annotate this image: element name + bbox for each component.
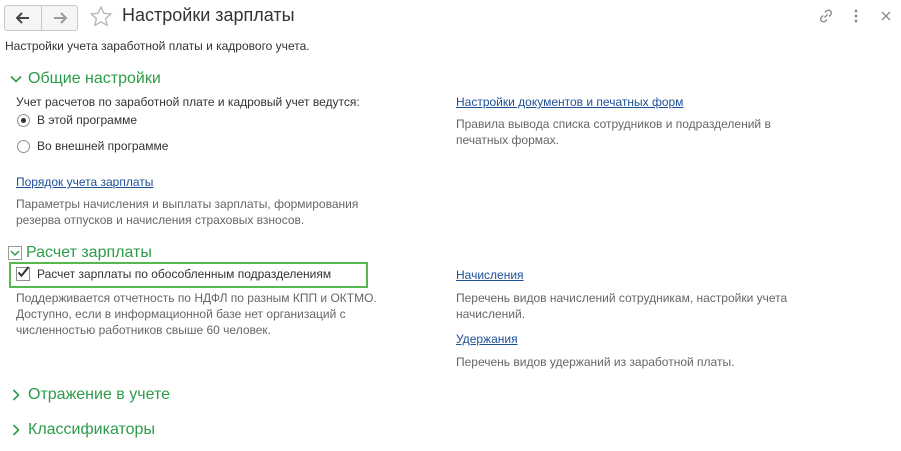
deductions-description: Перечень видов удержаний из заработной п… (456, 354, 734, 370)
link-icon (819, 9, 833, 23)
checkbox-label: Расчет зарплаты по обособленным подразде… (37, 267, 332, 281)
favorite-star-button[interactable] (89, 5, 113, 29)
description-line: численностью работников свыше 60 человек… (16, 323, 272, 337)
description-line: начислений. (456, 307, 526, 321)
close-button[interactable] (876, 6, 896, 26)
radio-label: Во внешней программе (37, 139, 169, 153)
chevron-down-icon (10, 75, 22, 83)
section-label: Классификаторы (28, 421, 155, 438)
section-payroll-header[interactable]: Расчет зарплаты (26, 244, 152, 262)
more-actions-button[interactable] (846, 6, 866, 26)
separate-units-checkbox[interactable]: Расчет зарплаты по обособленным подразде… (16, 266, 361, 282)
forward-button[interactable] (41, 6, 77, 30)
radio-option-this-program[interactable]: В этой программе (16, 113, 216, 129)
deductions-link[interactable]: Удержания (456, 332, 518, 346)
page-title: Настройки зарплаты (122, 5, 295, 25)
back-button[interactable] (5, 6, 41, 30)
section-classifiers-header[interactable]: Классификаторы (8, 421, 155, 439)
accruals-link[interactable]: Начисления (456, 268, 524, 282)
section-general-header[interactable]: Общие настройки (8, 70, 161, 88)
section-general-label: Общие настройки (28, 70, 161, 87)
description-line: Доступно, если в информационной базе нет… (16, 307, 346, 321)
description-line: Правила вывода списка сотрудников и подр… (456, 117, 771, 131)
description-line: резерва отпусков и начисления страховых … (16, 213, 305, 227)
nav-button-group (4, 5, 78, 31)
checkmark-icon (17, 266, 30, 278)
copy-link-button[interactable] (816, 6, 836, 26)
description-line: Перечень видов начислений сотрудникам, н… (456, 291, 788, 305)
description-line: Параметры начисления и выплаты зарплаты,… (16, 197, 359, 211)
description-line: Поддерживается отчетность по НДФЛ по раз… (16, 291, 377, 305)
more-vertical-icon (854, 9, 858, 23)
section-label: Отражение в учете (28, 386, 170, 403)
star-icon (89, 5, 113, 27)
description-line: Перечень видов удержаний из заработной п… (456, 355, 735, 369)
radio-option-external-program[interactable]: Во внешней программе (16, 139, 216, 155)
docs-settings-link[interactable]: Настройки документов и печатных форм (456, 95, 683, 109)
description-line: печатных формах. (456, 133, 559, 147)
section-accounting-reflection-header[interactable]: Отражение в учете (8, 386, 170, 404)
radio-button[interactable] (17, 140, 30, 153)
checkbox-checked[interactable] (16, 266, 30, 281)
page-subtitle: Настройки учета заработной платы и кадро… (5, 39, 310, 53)
forward-arrow-icon (53, 12, 67, 24)
close-icon (881, 11, 891, 21)
accruals-description: Перечень видов начислений сотрудникам, н… (456, 290, 787, 322)
radio-label: В этой программе (37, 113, 138, 127)
docs-settings-description: Правила вывода списка сотрудников и подр… (456, 116, 771, 148)
chevron-down-icon (10, 250, 20, 257)
chevron-right-icon (12, 389, 20, 401)
section-payroll-toggle[interactable] (8, 246, 22, 260)
radio-button-selected[interactable] (17, 114, 30, 127)
payroll-order-link[interactable]: Порядок учета зарплаты (16, 175, 153, 189)
back-arrow-icon (16, 12, 29, 24)
payroll-order-description: Параметры начисления и выплаты зарплаты,… (16, 196, 358, 228)
separate-units-description: Поддерживается отчетность по НДФЛ по раз… (16, 290, 377, 338)
chevron-right-icon (12, 424, 20, 436)
accounting-question: Учет расчетов по заработной плате и кадр… (16, 95, 360, 109)
